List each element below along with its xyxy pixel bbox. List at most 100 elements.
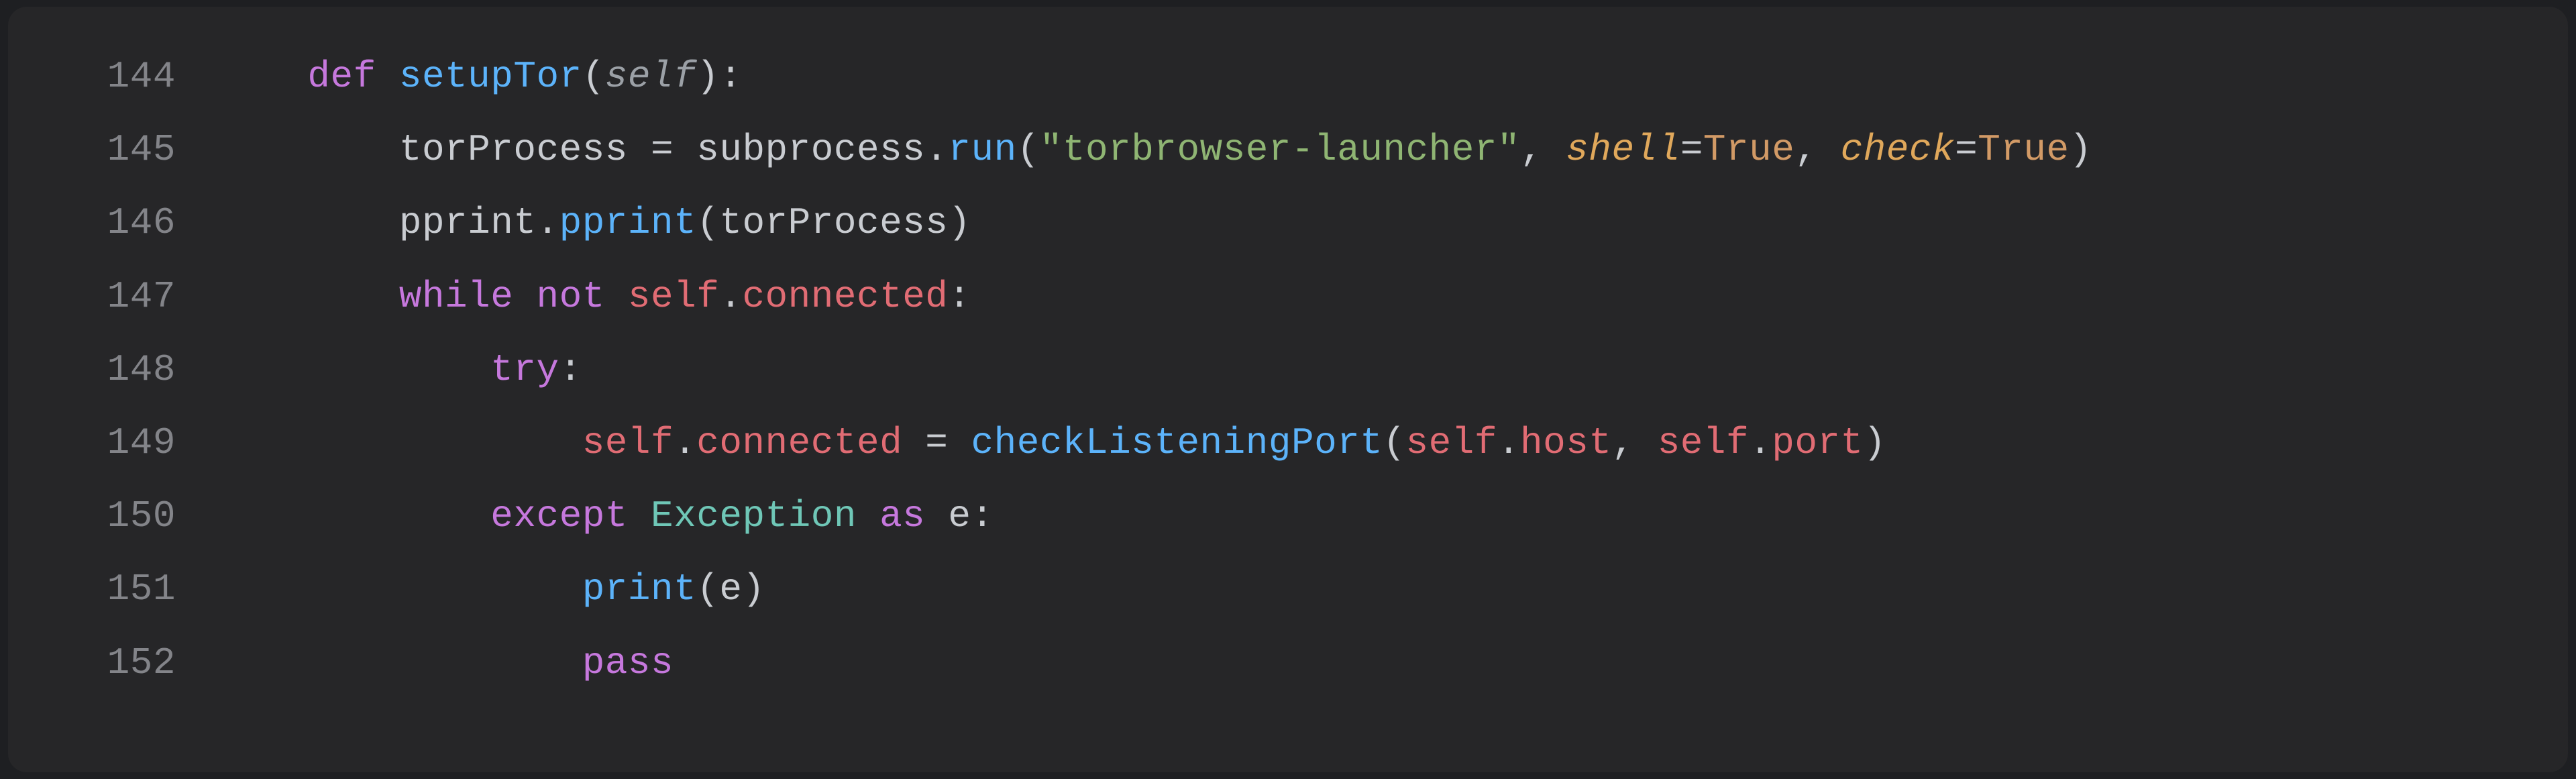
- token-str: "torbrowser-launcher": [1040, 128, 1520, 171]
- token-default: [628, 495, 651, 537]
- token-kw: as: [879, 495, 925, 537]
- token-punc: (: [1017, 128, 1040, 171]
- line-number: 144: [35, 40, 216, 113]
- token-obj: self: [582, 421, 674, 464]
- token-kwarg: check: [1841, 128, 1955, 171]
- code-line[interactable]: 145 torProcess = subprocess.run("torbrow…: [35, 113, 2541, 187]
- token-op: =: [651, 128, 674, 171]
- token-punc: (: [1383, 421, 1405, 464]
- token-op: =: [1680, 128, 1703, 171]
- token-punc: :: [719, 55, 742, 98]
- token-kw: except: [490, 495, 628, 537]
- token-call: run: [948, 128, 1016, 171]
- token-punc: .: [925, 128, 948, 171]
- token-kwarg: shell: [1566, 128, 1680, 171]
- code-line[interactable]: 148 try:: [35, 333, 2541, 407]
- indent: [216, 568, 582, 611]
- token-call: pprint: [559, 201, 697, 244]
- token-const: True: [1978, 128, 2069, 171]
- code-content[interactable]: pprint.pprint(torProcess): [216, 187, 2541, 260]
- code-content[interactable]: pass: [216, 627, 2541, 700]
- line-number: 145: [35, 113, 216, 187]
- code-content[interactable]: except Exception as e:: [216, 480, 2541, 553]
- indent: [216, 348, 490, 391]
- code-editor[interactable]: 144 def setupTor(self):145 torProcess = …: [8, 7, 2568, 772]
- token-default: torProcess: [719, 201, 948, 244]
- code-line[interactable]: 152 pass: [35, 627, 2541, 700]
- token-punc: ): [696, 55, 719, 98]
- token-attr: connected: [742, 275, 948, 318]
- token-attr: connected: [696, 421, 925, 464]
- line-number: 148: [35, 333, 216, 407]
- token-punc: ): [1864, 421, 1886, 464]
- line-number: 146: [35, 187, 216, 260]
- token-punc: .: [1497, 421, 1520, 464]
- token-default: [857, 495, 879, 537]
- token-punc: .: [719, 275, 742, 318]
- token-default: torProcess: [399, 128, 651, 171]
- indent: [216, 421, 582, 464]
- token-call: checkListeningPort: [971, 421, 1383, 464]
- token-punc: ,: [1611, 421, 1657, 464]
- code-content[interactable]: while not self.connected:: [216, 260, 2541, 333]
- token-punc: ): [2070, 128, 2092, 171]
- token-op: =: [925, 421, 948, 464]
- token-default: e: [719, 568, 742, 611]
- line-number: 150: [35, 480, 216, 553]
- token-default: e: [948, 495, 971, 537]
- token-default: subprocess: [674, 128, 925, 171]
- code-content[interactable]: self.connected = checkListeningPort(self…: [216, 407, 2541, 480]
- line-number: 151: [35, 553, 216, 626]
- token-punc: ,: [1794, 128, 1840, 171]
- indent: [216, 128, 399, 171]
- token-punc: ): [742, 568, 765, 611]
- line-number: 152: [35, 627, 216, 700]
- token-punc: (: [696, 201, 719, 244]
- token-attr: port: [1772, 421, 1863, 464]
- token-punc: :: [971, 495, 994, 537]
- token-punc: .: [536, 201, 559, 244]
- token-punc: ,: [1520, 128, 1566, 171]
- code-line[interactable]: 146 pprint.pprint(torProcess): [35, 187, 2541, 260]
- token-kw: try: [490, 348, 559, 391]
- token-punc: :: [559, 348, 582, 391]
- code-line[interactable]: 151 print(e): [35, 553, 2541, 626]
- code-content[interactable]: torProcess = subprocess.run("torbrowser-…: [216, 113, 2541, 187]
- token-punc: :: [948, 275, 971, 318]
- token-builtin: print: [582, 568, 697, 611]
- token-kw: while: [399, 275, 514, 318]
- token-default: [948, 421, 971, 464]
- token-punc: .: [674, 421, 696, 464]
- code-content[interactable]: def setupTor(self):: [216, 40, 2541, 113]
- token-punc: .: [1749, 421, 1772, 464]
- token-default: [605, 275, 628, 318]
- line-number: 147: [35, 260, 216, 333]
- token-default: [925, 495, 948, 537]
- line-number: 149: [35, 407, 216, 480]
- token-cls: Exception: [651, 495, 857, 537]
- code-line[interactable]: 144 def setupTor(self):: [35, 40, 2541, 113]
- token-default: [513, 275, 536, 318]
- code-line[interactable]: 149 self.connected = checkListeningPort(…: [35, 407, 2541, 480]
- code-content[interactable]: print(e): [216, 553, 2541, 626]
- token-const: True: [1703, 128, 1794, 171]
- token-obj: self: [1658, 421, 1749, 464]
- indent: [216, 495, 490, 537]
- token-self: self: [605, 55, 696, 98]
- token-kw: pass: [582, 641, 674, 684]
- indent: [216, 275, 399, 318]
- indent: [216, 641, 582, 684]
- code-line[interactable]: 147 while not self.connected:: [35, 260, 2541, 333]
- token-punc: (: [696, 568, 719, 611]
- token-punc: (: [582, 55, 605, 98]
- token-fn: setupTor: [399, 55, 582, 98]
- token-kw: not: [536, 275, 604, 318]
- token-punc: ): [948, 201, 971, 244]
- code-content[interactable]: try:: [216, 333, 2541, 407]
- token-kw: def: [307, 55, 398, 98]
- token-obj: self: [628, 275, 719, 318]
- code-line[interactable]: 150 except Exception as e:: [35, 480, 2541, 553]
- indent: [216, 201, 399, 244]
- token-obj: self: [1406, 421, 1497, 464]
- token-attr: host: [1520, 421, 1611, 464]
